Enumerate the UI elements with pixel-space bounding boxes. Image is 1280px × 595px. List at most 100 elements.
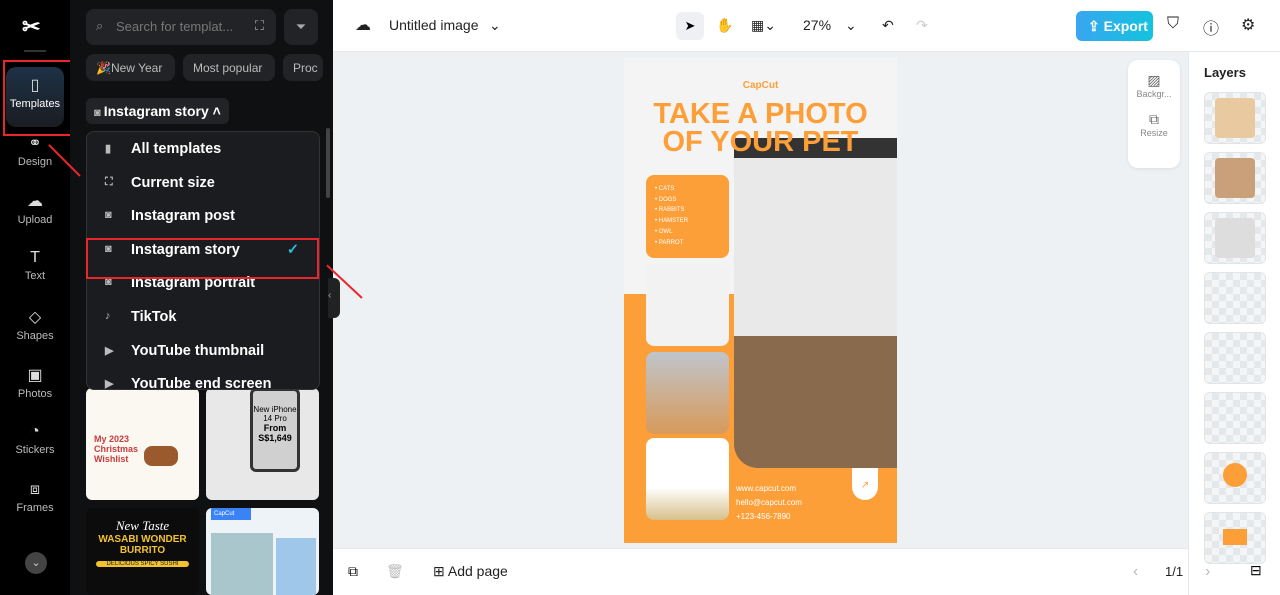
chip-new-year[interactable]: 🎉New Year [86,54,175,81]
rail-text[interactable]: T Text [6,241,64,301]
top-bar: ☁ Untitled image ⌄ ➤ ✋ ▦⌄ 27% ⌄ ↶ ↷ ⇪ Ex… [333,0,1280,52]
arrow-icon: ↗ [852,468,878,500]
chip-more[interactable]: Proc [283,54,323,81]
duplicate-page-icon[interactable]: ⧉ [348,563,358,580]
zoom-level[interactable]: 27% [803,17,831,33]
menu-item-instagram-post[interactable]: ◙ Instagram post [87,199,319,233]
menu-item-youtube-thumbnail[interactable]: ▶ YouTube thumbnail [87,334,319,368]
settings-icon[interactable]: ⚙ [1241,15,1255,35]
label: Backgr... [1136,89,1172,99]
layer-item[interactable] [1204,332,1266,384]
rail-shapes[interactable]: ◇ Shapes [6,299,64,359]
cloud-icon[interactable]: ☁ [355,15,371,35]
prev-page-icon[interactable]: ‹ [1133,563,1138,581]
hand-tool-icon[interactable]: ✋ [716,17,733,34]
shapes-icon: ◇ [28,309,42,326]
search-input[interactable]: ⌕ Search for templat... ⛶ [86,9,276,45]
capcut-logo[interactable]: ✂ [22,14,40,40]
email: hello@capcut.com [736,498,802,507]
layer-item[interactable] [1204,452,1266,504]
undo-icon[interactable]: ↶ [882,17,894,34]
text-icon: T [30,249,40,266]
thumb-tag: DELICIOUS SPICY SUSHI [96,561,189,567]
collapse-panel-button[interactable]: ‹ [328,278,340,318]
filter-button[interactable]: ⏷ [284,9,318,45]
thumb-title: My 2023 Christmas Wishlist [94,434,139,464]
label: Add page [447,563,508,579]
layer-item[interactable] [1204,392,1266,444]
shield-icon[interactable]: ⛉ [1167,15,1179,33]
poster-headline: TAKE A PHOTO OF YOUR PET [624,100,897,157]
mail-icon [1223,529,1247,545]
thumb-title: New Taste [115,518,170,533]
next-page-icon[interactable]: › [1205,563,1210,581]
chip-most-popular[interactable]: Most popular [183,54,275,81]
stickers-icon: ◔ [30,423,40,440]
image-search-icon[interactable]: ⛶ [255,18,264,34]
select-tool-icon[interactable]: ➤ [676,12,704,40]
add-page-button[interactable]: ⊞ Add page [433,563,508,580]
rail-photos[interactable]: ▣ Photos [6,357,64,417]
label: Shapes [16,330,54,342]
label: All templates [131,141,222,157]
document-title[interactable]: Untitled image [389,17,479,33]
menu-item-tiktok[interactable]: ♪ TikTok [87,300,319,334]
search-placeholder: Search for templat... [116,19,234,34]
hamster-photo [646,438,729,520]
cat-photo [646,264,729,346]
export-button[interactable]: ⇪ Export [1076,11,1153,41]
redo-icon[interactable]: ↷ [916,17,928,34]
background-icon: ▨ [1147,72,1161,88]
layout-icon[interactable]: ▦⌄ [751,17,776,34]
zoom-chevron-icon[interactable]: ⌄ [845,17,857,34]
pet-list: • CATS • DOGS • RABBITS • HAMSTER • OWL • PAR… [646,175,729,258]
label: Photos [17,388,53,400]
canvas-poster[interactable]: CapCut TAKE A PHOTO OF YOUR PET • CATS • D… [624,58,897,543]
chevron-down-icon[interactable]: ⌄ [489,17,501,34]
menu-item-all-templates[interactable]: ▮ All templates [87,132,319,166]
background-button[interactable]: ▨ Backgr... [1128,72,1180,99]
pages-panel-icon[interactable]: ⊟ [1250,562,1262,579]
layer-thumb [1215,218,1255,258]
layer-item[interactable] [1204,92,1266,144]
template-thumb[interactable]: CapCut [206,508,319,595]
menu-item-current-size[interactable]: ⛶ Current size [87,166,319,200]
globe-icon [1223,463,1247,487]
menu-item-youtube-end-screen[interactable]: ▶ YouTube end screen [87,367,319,389]
template-thumb[interactable]: New iPhone 14 Pro From S$1,649 [206,388,319,500]
canvas-tools: ▨ Backgr... ⧉ Resize [1128,60,1180,168]
category-dropdown[interactable]: ◙ Instagram story ˄ [86,98,229,124]
template-thumb[interactable]: My 2023 Christmas Wishlist [86,388,199,500]
layer-item[interactable] [1204,272,1266,324]
layer-item[interactable] [1204,212,1266,264]
delete-page-icon[interactable]: 🗑 [386,563,404,580]
highlight-box [3,60,74,136]
resize-button[interactable]: ⧉ Resize [1128,111,1180,138]
help-icon[interactable]: ⓘ [1203,15,1219,39]
vet-image [211,533,273,595]
label: Current size [131,174,215,191]
list-item: • OWL [655,228,673,235]
youtube-icon: ▶ [105,344,114,357]
label: Upload [17,214,53,226]
rail-stickers[interactable]: ◔ Stickers [6,415,64,475]
layer-item[interactable] [1204,512,1266,564]
contacts: www.capcut.com hello@capcut.com +123-456-7… [736,482,802,524]
resize-icon: ⧉ [1149,111,1159,127]
add-page-icon: ⊞ [433,563,448,579]
rail-upload[interactable]: ☁ Upload [6,183,64,243]
layer-item[interactable] [1204,152,1266,204]
label: Design [17,156,53,168]
export-label: Export [1103,18,1148,34]
highlight-box [86,238,319,279]
layer-thumb [1215,158,1255,198]
rail-frames[interactable]: ⧈ Frames [6,473,64,533]
template-thumb[interactable]: New Taste WASABI WONDER BURRITO DELICIOUS … [86,508,199,595]
bottom-bar: ⧉ 🗑 ⊞ Add page ‹ 1/1 › [333,548,1210,595]
expand-more-button[interactable]: ⌄ [25,552,47,574]
size-icon: ⛶ [105,175,113,188]
label: Frames [16,502,54,514]
layers-title: Layers [1204,65,1246,80]
instagram-icon: ◙ [94,107,104,119]
scrollbar[interactable] [326,128,330,198]
